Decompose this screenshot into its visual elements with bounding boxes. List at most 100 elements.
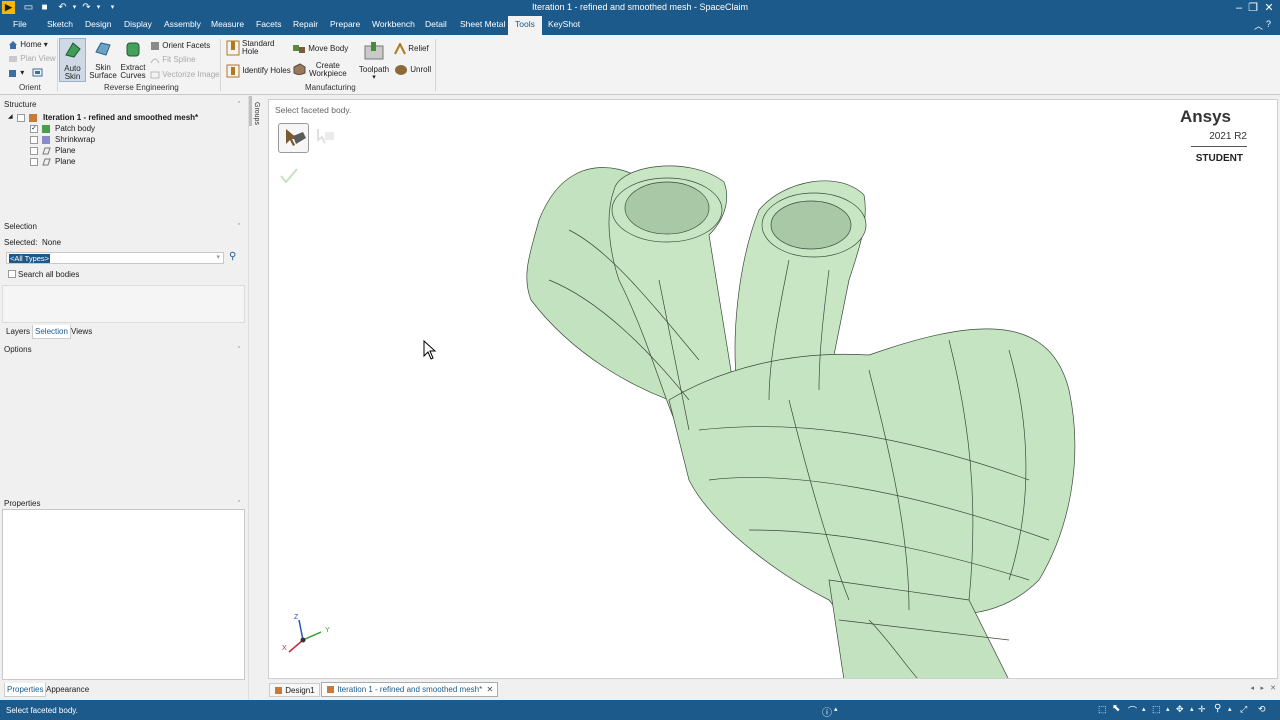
unroll-button[interactable]: Unroll bbox=[394, 64, 431, 76]
lasso-icon[interactable]: ⌒ bbox=[1128, 704, 1137, 717]
document-tabs: Design1 Iteration 1 - refined and smooth… bbox=[266, 682, 1280, 698]
splitter-handle[interactable] bbox=[249, 96, 252, 126]
relief-button[interactable]: Relief bbox=[394, 43, 429, 55]
toolpath-icon bbox=[364, 42, 384, 60]
tab-prepare[interactable]: Prepare bbox=[330, 19, 360, 29]
toolpath-dropdown-icon: ▾ bbox=[372, 74, 376, 81]
title-bar: ▶ ▭ ■ ↶ ▾ ↷ ▾ ▾ Iteration 1 - refined an… bbox=[0, 0, 1280, 16]
search-all-label: Search all bodies bbox=[18, 270, 80, 279]
tab-selection[interactable]: Selection bbox=[32, 325, 71, 339]
move-body-button[interactable]: Move Body bbox=[292, 43, 348, 55]
tab-display[interactable]: Display bbox=[124, 19, 152, 29]
visibility-checkbox[interactable] bbox=[17, 114, 25, 122]
tab-design[interactable]: Design bbox=[85, 19, 111, 29]
create-workpiece-button[interactable] bbox=[293, 63, 306, 75]
scroll-left-icon[interactable]: ◂ bbox=[1250, 684, 1254, 692]
graphics-viewport[interactable]: Select faceted body. Ansys 2021 R2 STUDE… bbox=[268, 99, 1278, 679]
visibility-checkbox[interactable] bbox=[30, 158, 38, 166]
pin-icon[interactable]: ▫ bbox=[238, 344, 240, 351]
axis-y-label: Y bbox=[325, 627, 330, 634]
axis-x-label: X bbox=[282, 645, 287, 652]
panel-tabs: Layers Selection Views bbox=[0, 325, 248, 339]
info-icon[interactable]: ⓘ bbox=[822, 704, 832, 719]
view-style-button[interactable]: ▾ bbox=[8, 68, 24, 78]
orient-facets-button[interactable]: Orient Facets bbox=[150, 41, 210, 51]
toolpath-button[interactable]: Toolpath ▾ bbox=[358, 38, 390, 82]
facet-body-icon bbox=[42, 136, 50, 144]
visibility-checkbox[interactable]: ✓ bbox=[30, 125, 38, 133]
tab-measure[interactable]: Measure bbox=[211, 19, 244, 29]
close-tab-icon[interactable]: ✕ bbox=[486, 685, 493, 694]
close-all-icon[interactable]: ✕ bbox=[1270, 684, 1276, 692]
tab-layers[interactable]: Layers bbox=[6, 327, 30, 336]
visibility-checkbox[interactable] bbox=[30, 136, 38, 144]
tab-iteration-1[interactable]: Iteration 1 - refined and smoothed mesh*… bbox=[321, 682, 499, 697]
bottom-panel-tabs: Properties Appearance bbox=[0, 683, 248, 697]
tab-workbench[interactable]: Workbench bbox=[372, 19, 415, 29]
move-body-icon bbox=[293, 45, 305, 53]
selection-header: Selection bbox=[4, 222, 37, 231]
pin-icon[interactable]: ▫ bbox=[238, 99, 240, 106]
help-icon[interactable]: ? bbox=[1266, 19, 1271, 29]
close-icon[interactable]: ✕ bbox=[1258, 0, 1280, 16]
auto-skin-button[interactable]: Auto Skin bbox=[59, 38, 86, 82]
standard-hole-button[interactable] bbox=[226, 40, 240, 56]
ribbon: Home ▾ Plan View ▾ Orient Auto Skin Skin… bbox=[0, 35, 1280, 95]
fit-spline-button[interactable]: Fit Spline bbox=[150, 55, 196, 65]
visibility-checkbox[interactable] bbox=[30, 147, 38, 155]
left-panel: Structure ▫ ◢ Iteration 1 - refined and … bbox=[0, 96, 248, 700]
skin-surface-button[interactable]: Skin Surface bbox=[89, 38, 117, 82]
selected-label: Selected: bbox=[4, 238, 38, 247]
selection-filter-icon[interactable]: ⬚ bbox=[1098, 704, 1107, 715]
standard-hole-label: Standard Hole bbox=[242, 39, 275, 56]
tab-tools[interactable]: Tools bbox=[508, 16, 542, 35]
pan-icon[interactable]: ✥ bbox=[1176, 704, 1184, 715]
box-select-dropdown-icon[interactable]: ▴ bbox=[1166, 705, 1170, 713]
structure-header: Structure bbox=[4, 100, 37, 109]
chevron-down-icon: ▾ bbox=[216, 254, 220, 261]
mode-dropdown-icon[interactable]: ▴ bbox=[1142, 705, 1146, 713]
tab-keyshot[interactable]: KeyShot bbox=[548, 19, 580, 29]
vectorize-image-button[interactable]: Vectorize Image bbox=[150, 70, 220, 80]
search-all-checkbox[interactable] bbox=[8, 270, 16, 278]
ribbon-collapse-icon[interactable]: ︿ bbox=[1254, 19, 1263, 32]
selection-filter-select[interactable]: <All Types> ▾ bbox=[6, 252, 224, 264]
collapse-icon[interactable]: ◢ bbox=[8, 113, 13, 120]
zoom-icon[interactable]: ⚲ bbox=[1214, 703, 1221, 714]
home-button[interactable]: Home ▾ bbox=[8, 40, 48, 50]
tab-groups[interactable]: Groups bbox=[253, 102, 260, 125]
tab-detail[interactable]: Detail bbox=[425, 19, 447, 29]
extract-curves-icon bbox=[126, 42, 140, 57]
extract-curves-button[interactable]: Extract Curves bbox=[119, 38, 147, 82]
pan-dropdown-icon[interactable]: ▴ bbox=[1190, 705, 1194, 713]
search-icon[interactable]: ⚲ bbox=[229, 251, 236, 262]
move-icon[interactable]: ✛ bbox=[1198, 704, 1206, 715]
manufacturing-group-label: Manufacturing bbox=[305, 83, 356, 92]
identify-holes-button[interactable]: Identify Holes bbox=[226, 64, 291, 78]
tab-properties[interactable]: Properties bbox=[4, 683, 47, 697]
box-select-icon[interactable]: ⬚ bbox=[1152, 704, 1161, 715]
tab-facets[interactable]: Facets bbox=[256, 19, 282, 29]
select-cursor-icon[interactable]: ⬉ bbox=[1112, 703, 1120, 714]
rotate-icon[interactable]: ⟲ bbox=[1258, 704, 1266, 715]
pin-icon[interactable]: ▫ bbox=[238, 498, 240, 505]
tab-assembly[interactable]: Assembly bbox=[164, 19, 201, 29]
fit-icon[interactable]: ⤢ bbox=[1240, 704, 1247, 715]
info-dropdown-icon[interactable]: ▴ bbox=[834, 705, 838, 713]
zoom-dropdown-icon[interactable]: ▴ bbox=[1228, 705, 1232, 713]
mesh-model[interactable] bbox=[269, 100, 1278, 679]
tab-views[interactable]: Views bbox=[71, 327, 92, 336]
window-title: Iteration 1 - refined and smoothed mesh … bbox=[531, 2, 749, 12]
pin-icon[interactable]: ▫ bbox=[238, 221, 240, 228]
tab-sheet-metal[interactable]: Sheet Metal bbox=[460, 19, 505, 29]
tab-repair[interactable]: Repair bbox=[293, 19, 318, 29]
view-projection-button[interactable] bbox=[32, 68, 44, 78]
ribbon-tabs: File Sketch Design Display Assembly Meas… bbox=[0, 16, 1280, 35]
tab-sketch[interactable]: Sketch bbox=[47, 19, 73, 29]
scroll-right-icon[interactable]: ▸ bbox=[1260, 684, 1264, 692]
tab-design1[interactable]: Design1 bbox=[269, 683, 320, 697]
plan-view-button[interactable]: Plan View bbox=[8, 54, 56, 64]
tab-file[interactable]: File bbox=[13, 19, 27, 29]
fit-spline-icon bbox=[150, 58, 160, 64]
tab-appearance[interactable]: Appearance bbox=[46, 685, 89, 694]
